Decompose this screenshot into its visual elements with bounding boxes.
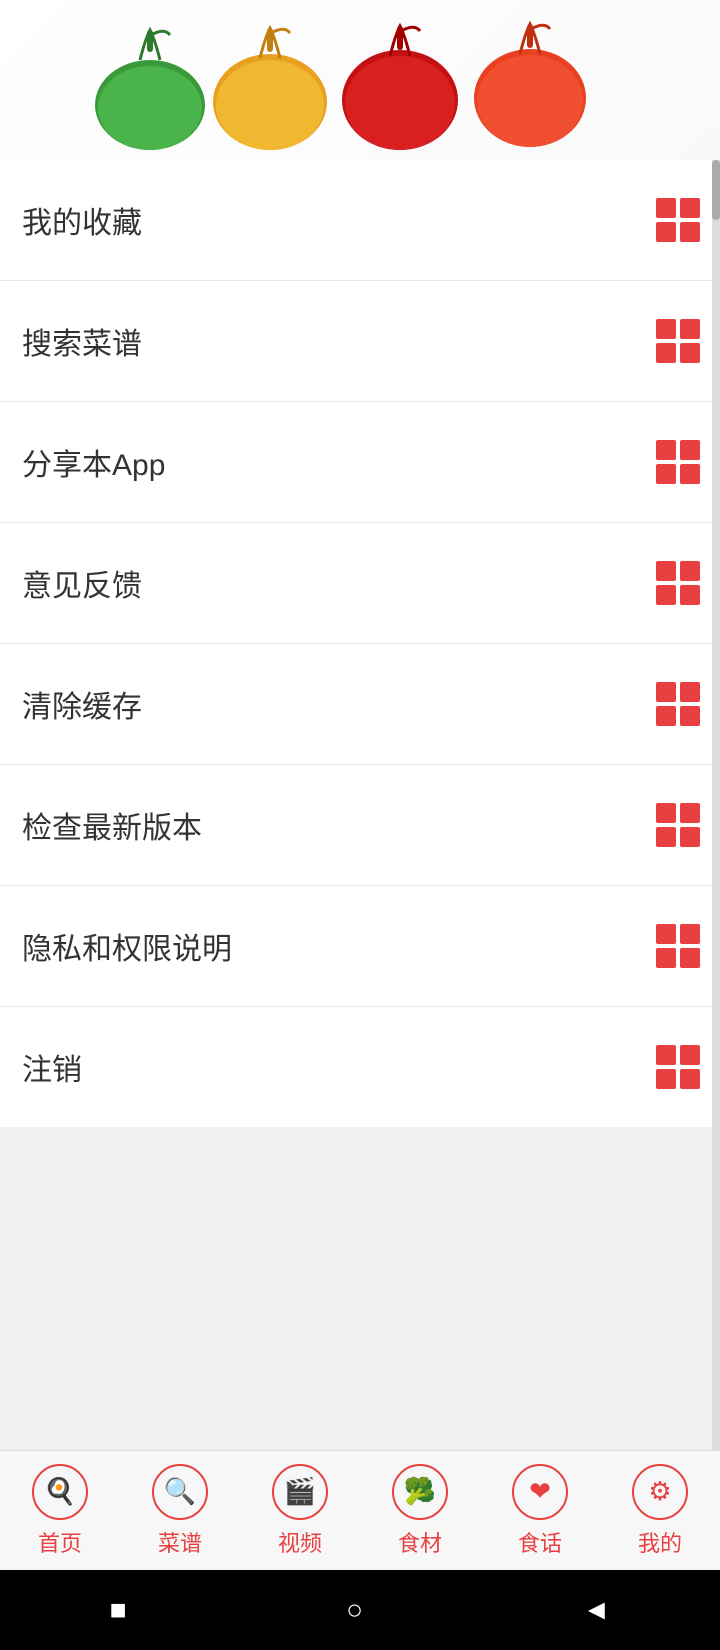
header-banner (0, 0, 720, 160)
nav-icon-home: 🍳 (32, 1464, 88, 1520)
menu-label-favorites: 我的收藏 (22, 198, 142, 242)
menu-item-favorites[interactable]: 我的收藏 (0, 160, 720, 281)
system-square-button[interactable]: ■ (110, 1594, 127, 1626)
menu-item-privacy[interactable]: 隐私和权限说明 (0, 886, 720, 1007)
grid-icon-logout (656, 1045, 700, 1089)
menu-item-logout[interactable]: 注销 (0, 1007, 720, 1127)
nav-item-mine[interactable]: ⚙ 我的 (600, 1464, 720, 1558)
nav-item-recipes[interactable]: 🔍 菜谱 (120, 1464, 240, 1558)
grid-icon-privacy (656, 924, 700, 968)
menu-item-feedback[interactable]: 意见反馈 (0, 523, 720, 644)
nav-icon-mine: ⚙ (632, 1464, 688, 1520)
menu-label-privacy: 隐私和权限说明 (22, 924, 232, 968)
scroll-track[interactable] (712, 160, 720, 1450)
nav-label-foodtalk: 食话 (518, 1526, 562, 1558)
system-back-button[interactable]: ◄ (583, 1594, 611, 1626)
system-home-button[interactable]: ○ (346, 1594, 363, 1626)
system-nav-bar: ■ ○ ◄ (0, 1570, 720, 1650)
nav-label-recipes: 菜谱 (158, 1526, 202, 1558)
menu-item-clear-cache[interactable]: 清除缓存 (0, 644, 720, 765)
scroll-thumb[interactable] (712, 160, 720, 220)
nav-label-ingredients: 食材 (398, 1526, 442, 1558)
grid-icon-clear-cache (656, 682, 700, 726)
nav-icon-recipes: 🔍 (152, 1464, 208, 1520)
menu-item-check-version[interactable]: 检查最新版本 (0, 765, 720, 886)
nav-icon-foodtalk: ❤ (512, 1464, 568, 1520)
grid-icon-search-recipe (656, 319, 700, 363)
nav-item-foodtalk[interactable]: ❤ 食话 (480, 1464, 600, 1558)
nav-label-mine: 我的 (638, 1526, 682, 1558)
grid-icon-favorites (656, 198, 700, 242)
grid-icon-feedback (656, 561, 700, 605)
nav-icon-ingredients: 🥦 (392, 1464, 448, 1520)
bottom-nav: 🍳 首页 🔍 菜谱 🎬 视频 🥦 食材 ❤ 食话 ⚙ 我的 (0, 1450, 720, 1570)
menu-label-clear-cache: 清除缓存 (22, 682, 142, 726)
menu-list: 我的收藏搜索菜谱分享本App 意见反馈清除缓存检查最新版本隐私和权限说明注销 (0, 160, 720, 1127)
menu-item-share-app[interactable]: 分享本App (0, 402, 720, 523)
nav-item-home[interactable]: 🍳 首页 (0, 1464, 120, 1558)
nav-item-ingredients[interactable]: 🥦 食材 (360, 1464, 480, 1558)
nav-item-video[interactable]: 🎬 视频 (240, 1464, 360, 1558)
nav-label-home: 首页 (38, 1526, 82, 1558)
menu-label-feedback: 意见反馈 (22, 561, 142, 605)
grid-icon-share-app (656, 440, 700, 484)
nav-icon-video: 🎬 (272, 1464, 328, 1520)
peppers-image (80, 0, 640, 160)
nav-label-video: 视频 (278, 1526, 322, 1558)
menu-item-search-recipe[interactable]: 搜索菜谱 (0, 281, 720, 402)
menu-label-search-recipe: 搜索菜谱 (22, 319, 142, 363)
menu-label-logout: 注销 (22, 1045, 82, 1089)
menu-label-share-app: 分享本App (22, 440, 165, 484)
grid-icon-check-version (656, 803, 700, 847)
menu-label-check-version: 检查最新版本 (22, 803, 202, 847)
